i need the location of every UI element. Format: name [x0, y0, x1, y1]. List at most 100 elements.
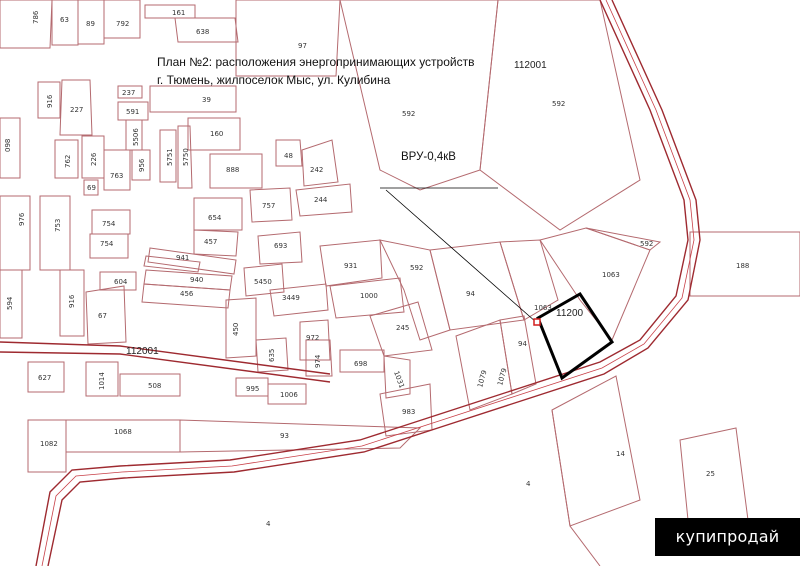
parcel-label: 1014 [98, 372, 106, 390]
parcel-label: 972 [306, 334, 319, 342]
parcel-label: 457 [204, 238, 217, 246]
parcel-label: 592 [402, 110, 415, 118]
parcel-label: 974 [314, 354, 322, 368]
parcel-94 [429, 241, 525, 331]
parcel-label: 592 [410, 264, 423, 272]
parcel-label: 754 [102, 220, 116, 228]
device-label-vru: ВРУ-0,4кВ [401, 151, 456, 163]
parcel-label: 753 [54, 219, 62, 232]
parcel-label: 5506 [132, 128, 140, 146]
parcel-label: 638 [196, 28, 209, 36]
road-inner-street [0, 341, 331, 375]
parcel-label: 89 [86, 20, 95, 28]
parcel-753 [39, 195, 71, 271]
parcel-label: 244 [314, 196, 328, 204]
parcel-label: 188 [736, 262, 749, 270]
parcel-label: 48 [284, 152, 293, 160]
parcel-map-drawing: 112001 112001 11200 786 63 89 792 161 63… [0, 0, 800, 566]
parcel-label: 94 [518, 340, 527, 348]
parcel-label: 1000 [360, 292, 378, 300]
parcel-4-boundary [551, 409, 601, 566]
parcel-label: 792 [116, 20, 129, 28]
parcel-label: 762 [64, 155, 72, 168]
parcel-label: 160 [210, 130, 223, 138]
quarter-label-right: 11200 [556, 308, 584, 319]
parcel-label: 754 [100, 240, 114, 248]
parcel-label: 97 [298, 42, 307, 50]
parcel-label: 227 [70, 106, 83, 114]
parcel-label: 25 [706, 470, 715, 478]
parcel-242 [301, 139, 339, 187]
parcel-label: 245 [396, 324, 409, 332]
parcel-label: 693 [274, 242, 287, 250]
parcel-label: 1082 [40, 440, 58, 448]
parcel-label: 098 [4, 139, 12, 152]
vru-device-marker [533, 318, 541, 326]
parcel-label: 594 [6, 296, 14, 310]
parcel-14 [551, 375, 641, 527]
parcel-label: 63 [60, 16, 69, 24]
parcel-label: 1079 [476, 369, 488, 388]
parcel-label: 1079 [496, 367, 508, 386]
parcel-label: 3449 [282, 294, 300, 302]
parcel-label: 67 [98, 312, 107, 320]
parcel-label: 4 [266, 520, 271, 528]
parcel-1068 [65, 419, 181, 453]
parcel-label: 508 [148, 382, 161, 390]
parcel-label: 450 [232, 323, 240, 336]
parcel-label: 5750 [182, 148, 190, 166]
quarter-label-road: 112001 [126, 346, 159, 357]
parcel-label: 604 [114, 278, 128, 286]
parcel-941 [143, 255, 201, 273]
parcel-label: 1063 [534, 304, 552, 312]
parcel-label: 14 [616, 450, 625, 458]
parcel-label: 93 [280, 432, 289, 440]
parcel-976 [0, 195, 31, 271]
parcel-763 [103, 149, 131, 191]
parcel-label: 941 [176, 254, 189, 262]
parcel-label: 592 [640, 240, 653, 248]
parcel-label: 161 [172, 9, 185, 17]
parcel-792 [103, 0, 141, 39]
parcel-label: 69 [87, 184, 96, 192]
parcel-label: 786 [32, 10, 40, 24]
parcel-1079 [455, 319, 513, 411]
parcel-label: 888 [226, 166, 239, 174]
parcel-label: 226 [90, 152, 98, 166]
parcel-161 [144, 4, 196, 19]
parcel-label: 5751 [166, 148, 174, 166]
parcel-label: 698 [354, 360, 367, 368]
parcel-label: 916 [68, 294, 76, 308]
parcel-label: 237 [122, 89, 135, 97]
watermark-logo: купипродай [655, 518, 800, 556]
parcel-label: 242 [310, 166, 323, 174]
parcel-label: 635 [268, 349, 276, 362]
quarter-label-top: 112001 [514, 60, 547, 71]
cadastral-map: 112001 112001 11200 786 63 89 792 161 63… [0, 0, 800, 566]
parcel-label: 1031 [392, 370, 406, 389]
plan-title-line-1: План №2: расположения энергопринимающих … [157, 55, 475, 69]
parcel-39 [149, 85, 237, 113]
parcel-label: 627 [38, 374, 51, 382]
parcel-label: 1068 [114, 428, 132, 436]
parcel-label: 39 [202, 96, 211, 104]
parcel-label: 995 [246, 385, 259, 393]
plan-title-line-2: г. Тюмень, жилпоселок Мыс, ул. Кулибина [157, 73, 391, 87]
parcel-label: 916 [46, 94, 54, 108]
parcel-label: 654 [208, 214, 222, 222]
parcel-label: 983 [402, 408, 415, 416]
parcel-450 [225, 297, 257, 359]
device-leader-line [385, 189, 537, 323]
parcel-label: 592 [552, 100, 565, 108]
parcel-label: 940 [190, 276, 203, 284]
parcel-786 [0, 0, 53, 49]
parcel-label: 1063 [602, 271, 620, 279]
parcel-label: 94 [466, 290, 475, 298]
parcel-label: 956 [138, 158, 146, 172]
parcel-label: 763 [110, 172, 123, 180]
parcel-label: 5450 [254, 278, 272, 286]
parcel-label: 976 [18, 212, 26, 226]
parcel-label: 456 [180, 290, 194, 298]
parcel-label: 1006 [280, 391, 298, 399]
parcel-label: 4 [526, 480, 531, 488]
